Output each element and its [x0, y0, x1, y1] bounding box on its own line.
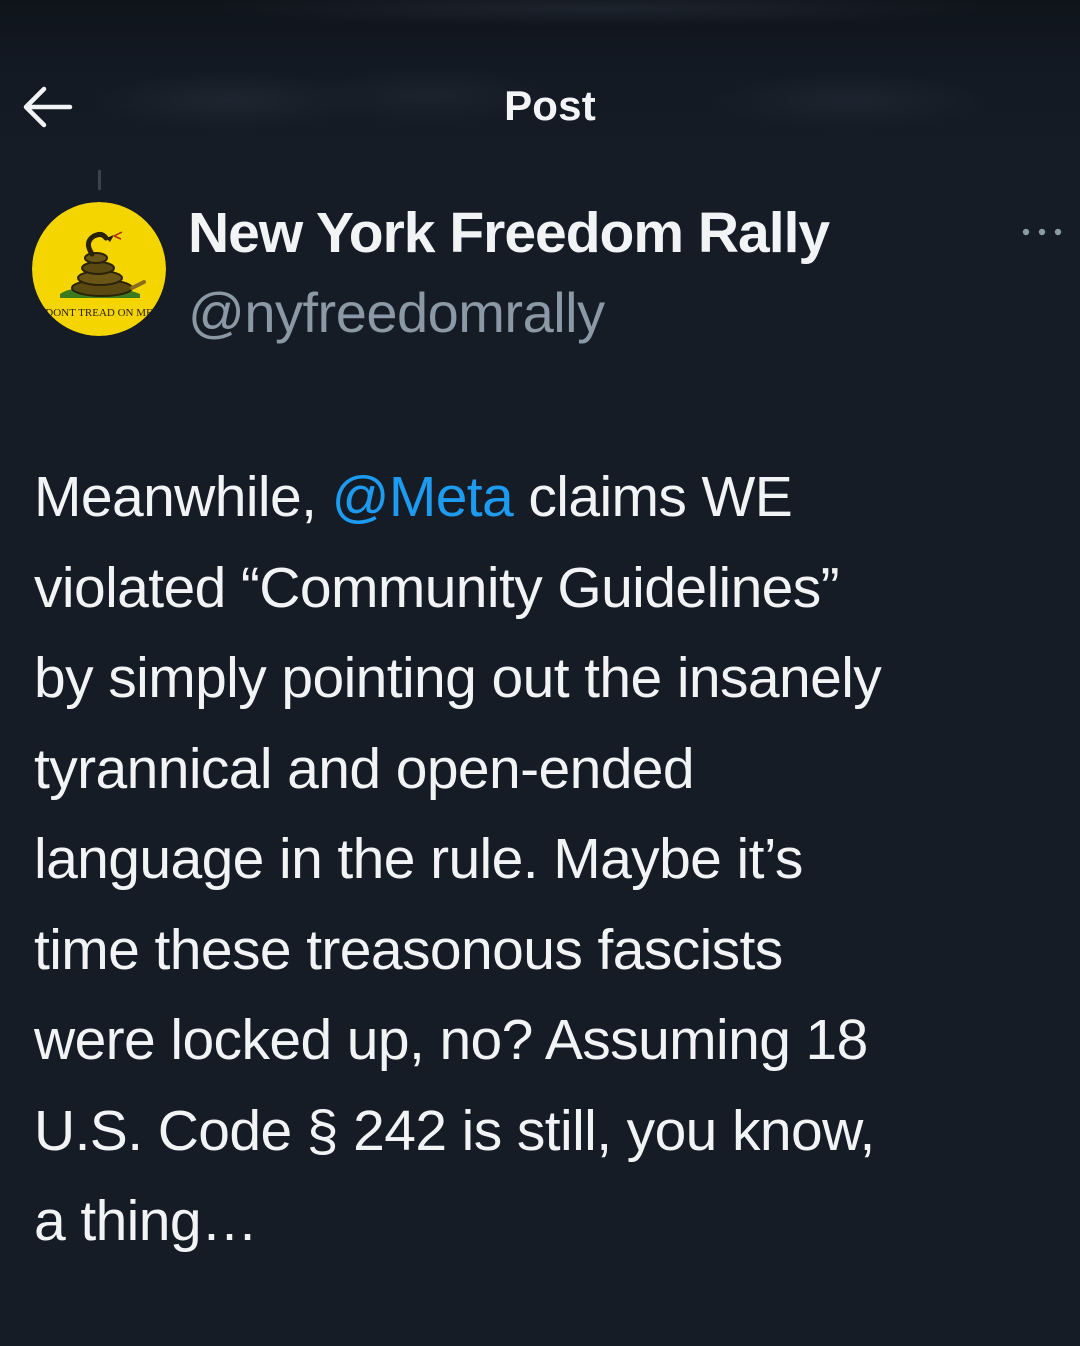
- post-line: U.S. Code § 242 is still, you know,: [34, 1098, 875, 1163]
- gadsden-flag-avatar-icon: DONT TREAD ON ME: [32, 202, 166, 336]
- more-horizontal-icon: [1022, 228, 1062, 236]
- post-screen: Post DONT TREAD ON ME New York Freedom R…: [0, 0, 1080, 1346]
- post-line: tyrannical and open-ended: [34, 736, 695, 801]
- post-text-segment: claims WE: [513, 465, 793, 529]
- avatar-motto: DONT TREAD ON ME: [45, 307, 153, 319]
- post-line: were locked up, no? Assuming 18: [34, 1008, 868, 1072]
- post-line: time these treasonous fascists: [34, 917, 783, 982]
- author-display-name[interactable]: New York Freedom Rally: [188, 200, 830, 266]
- post-line: violated “Community Guidelines”: [34, 555, 840, 620]
- more-options-button[interactable]: [1012, 214, 1072, 250]
- author-handle[interactable]: @nyfreedomrally: [188, 280, 605, 345]
- mention-link[interactable]: @Meta: [332, 465, 514, 529]
- post-line: by simply pointing out the insanely: [34, 646, 882, 710]
- post-line: language in the rule. Maybe it’s: [34, 827, 803, 891]
- avatar[interactable]: DONT TREAD ON ME: [32, 202, 166, 336]
- page-title: Post: [504, 82, 596, 129]
- post-body: Meanwhile, @Meta claims WE violated “Com…: [34, 452, 1074, 1267]
- thread-connector-line: [98, 170, 101, 190]
- post-text-segment: Meanwhile,: [34, 465, 332, 529]
- post-line: a thing…: [34, 1189, 258, 1253]
- post-line: Meanwhile, @Meta claims WE: [34, 452, 1074, 543]
